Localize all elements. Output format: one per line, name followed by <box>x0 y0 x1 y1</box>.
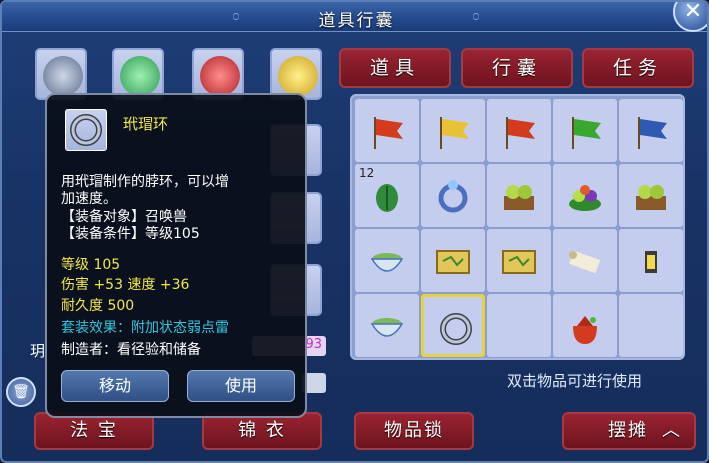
inventory-window: ೦ 道具行囊 ೦ ✕ 玥 93 道具 行囊 任务 12 双击物品可进行使用 🗑 … <box>0 0 709 463</box>
tea-bowl-icon <box>367 241 407 281</box>
grid-cell[interactable] <box>487 229 551 292</box>
grid-cell[interactable] <box>421 99 485 162</box>
grid-cell[interactable] <box>553 164 617 227</box>
stall-label: 摆摊 <box>608 420 648 441</box>
grid-cell[interactable] <box>421 164 485 227</box>
silver-ring-icon <box>70 114 102 146</box>
title-bar[interactable]: ೦ 道具行囊 ೦ <box>2 2 707 32</box>
item-durability: 耐久度 500 <box>61 298 135 314</box>
tab-bag[interactable]: 行囊 <box>461 48 573 88</box>
grid-cell[interactable] <box>487 99 551 162</box>
use-button[interactable]: 使用 <box>187 370 295 402</box>
item-tooltip: 玳瑁环 用玳瑁制作的脖环，可以增 加速度。 【装备对象】召唤兽 【装备条件】等级… <box>45 93 307 418</box>
equip-condition: 【装备条件】等级105 <box>61 226 200 242</box>
item-description: 加速度。 <box>61 191 117 207</box>
scroll-icon <box>565 241 605 281</box>
red-pouch-icon <box>565 306 605 346</box>
item-lock-button[interactable]: 物品锁 <box>354 412 474 450</box>
grid-cell[interactable] <box>619 229 683 292</box>
swirl-ornament-icon: ೦ <box>472 8 480 24</box>
move-button[interactable]: 移动 <box>61 370 169 402</box>
usage-hint: 双击物品可进行使用 <box>507 372 643 390</box>
leaf-icon <box>367 176 407 216</box>
chevron-up-icon: ︿ <box>662 420 682 441</box>
red-flag-icon <box>367 111 407 151</box>
grid-cell[interactable] <box>355 229 419 292</box>
stall-button[interactable]: 摆摊 ︿ <box>562 412 696 450</box>
tooltip-item-slot <box>65 109 107 151</box>
grid-cell[interactable] <box>553 294 617 357</box>
fruit-box-icon <box>631 176 671 216</box>
helmet-icon <box>43 56 83 96</box>
fruit-box-icon <box>499 176 539 216</box>
jade-necklace-icon <box>120 56 160 96</box>
trash-icon: 🗑 <box>12 384 30 400</box>
grid-cell[interactable] <box>487 164 551 227</box>
grid-cell[interactable] <box>619 164 683 227</box>
grid-cell[interactable] <box>421 229 485 292</box>
grid-cell[interactable] <box>355 294 419 357</box>
trash-button[interactable]: 🗑 <box>6 377 36 407</box>
grid-cell[interactable] <box>487 294 551 357</box>
tab-items[interactable]: 道具 <box>339 48 451 88</box>
item-name: 玳瑁环 <box>123 115 169 133</box>
grid-cell[interactable] <box>355 99 419 162</box>
tab-quests[interactable]: 任务 <box>582 48 694 88</box>
item-quantity: 12 <box>359 166 375 180</box>
tea-bowl-icon <box>367 306 407 346</box>
green-flag-icon <box>565 111 605 151</box>
grid-cell[interactable] <box>553 99 617 162</box>
grid-cell[interactable] <box>553 229 617 292</box>
gem-ring-icon <box>433 176 473 216</box>
blue-flag-icon <box>631 111 671 151</box>
silver-ring-icon <box>436 309 476 349</box>
item-stats: 伤害 +53 速度 +36 <box>61 277 190 293</box>
red-gem-icon <box>200 56 240 96</box>
set-effect: 套装效果：附加状态弱点雷 <box>61 320 229 336</box>
value-text: 93 <box>305 337 322 352</box>
lantern-icon <box>631 241 671 281</box>
grid-cell[interactable] <box>421 294 485 357</box>
treasure-map-icon <box>433 241 473 281</box>
yellow-flag-icon <box>433 111 473 151</box>
window-title: 道具行囊 <box>318 11 395 31</box>
red-flag-icon <box>499 111 539 151</box>
item-grid: 12 <box>350 94 685 360</box>
treasure-map-icon <box>499 241 539 281</box>
grid-cell[interactable]: 12 <box>355 164 419 227</box>
item-maker: 制造者：看径验和储备 <box>61 342 201 358</box>
grid-cell[interactable] <box>619 99 683 162</box>
item-level: 等级 105 <box>61 257 121 273</box>
partial-label: 玥 <box>30 342 46 360</box>
grid-cell[interactable] <box>619 294 683 357</box>
fruit-plate-icon <box>565 176 605 216</box>
gold-bracelet-icon <box>278 56 318 96</box>
